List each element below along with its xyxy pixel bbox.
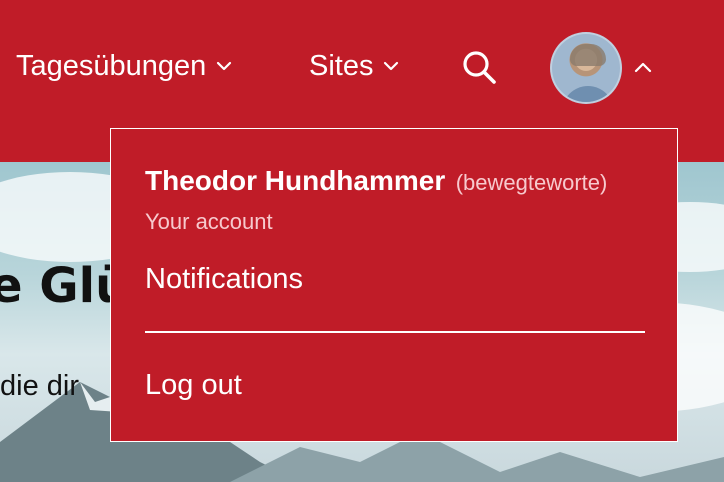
hero-text: die dir (0, 370, 79, 402)
avatar-hair (570, 44, 606, 66)
nav-item-label: Sites (309, 49, 374, 82)
nav-item-sites[interactable]: Sites (309, 44, 399, 88)
account-dropdown: Theodor Hundhammer (bewegteworte) Your a… (110, 128, 678, 442)
account-profile-link[interactable]: Theodor Hundhammer (bewegteworte) (145, 165, 607, 197)
chevron-up-icon[interactable] (634, 60, 652, 74)
nav-item-label: Tagesübungen (16, 49, 207, 82)
search-icon[interactable] (460, 48, 498, 86)
avatar[interactable] (550, 32, 622, 104)
your-account-link[interactable]: Your account (145, 209, 273, 235)
chevron-down-icon (217, 61, 232, 71)
user-handle: (bewegteworte) (455, 170, 608, 195)
menu-divider (145, 331, 645, 333)
avatar-shirt (562, 86, 614, 102)
notifications-menu-item[interactable]: Notifications (145, 263, 303, 296)
nav-item-tagesuebungen[interactable]: Tagesübungen (16, 44, 232, 88)
chevron-down-icon (384, 61, 399, 71)
user-name: Theodor Hundhammer (145, 165, 446, 196)
logout-menu-item[interactable]: Log out (145, 369, 242, 402)
